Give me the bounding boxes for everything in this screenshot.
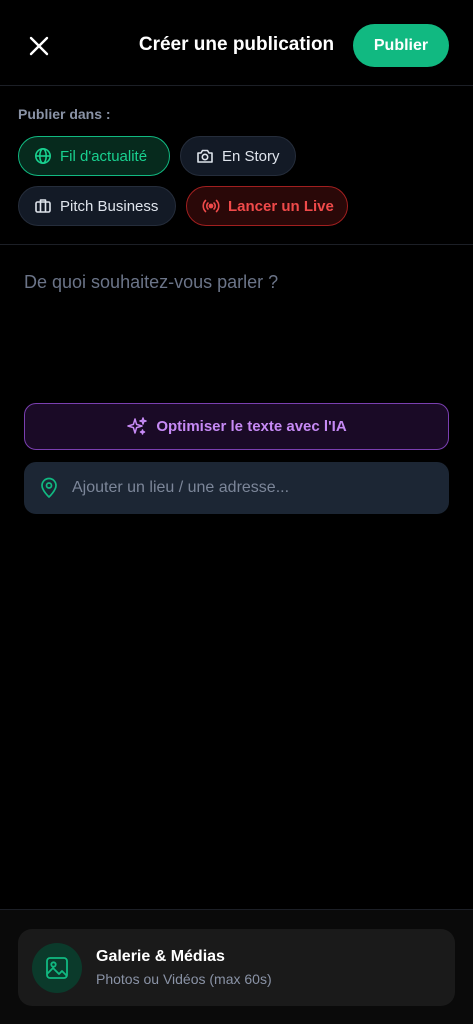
destination-live-chip[interactable]: Lancer un Live	[186, 186, 348, 226]
gallery-text: Galerie & Médias Photos ou Vidéos (max 6…	[96, 948, 272, 987]
broadcast-icon	[202, 197, 220, 215]
gallery-media-button[interactable]: Galerie & Médias Photos ou Vidéos (max 6…	[18, 929, 455, 1006]
divider	[0, 244, 473, 245]
chip-label: Fil d'actualité	[60, 147, 148, 165]
ai-optimize-button[interactable]: Optimiser le texte avec l'IA	[24, 403, 449, 450]
chip-label: Pitch Business	[60, 197, 159, 215]
destination-story-chip[interactable]: En Story	[180, 136, 296, 176]
location-input[interactable]	[72, 479, 432, 497]
gallery-subtitle: Photos ou Vidéos (max 60s)	[96, 971, 272, 987]
map-pin-icon	[38, 477, 60, 499]
post-text-input[interactable]: De quoi souhaitez-vous parler ?	[24, 272, 449, 293]
sparkles-icon	[126, 416, 148, 438]
location-field[interactable]	[24, 462, 449, 514]
image-icon	[32, 942, 82, 993]
globe-icon	[34, 147, 52, 165]
destination-feed-chip[interactable]: Fil d'actualité	[18, 136, 170, 176]
chip-label: Lancer un Live	[228, 197, 334, 215]
camera-icon	[196, 147, 214, 165]
briefcase-icon	[34, 197, 52, 215]
gallery-title: Galerie & Médias	[96, 948, 225, 965]
top-bar: Créer une publication Publier	[0, 0, 473, 86]
publish-button[interactable]: Publier	[353, 24, 449, 67]
publish-in-label: Publier dans :	[18, 106, 111, 122]
bottom-panel: Galerie & Médias Photos ou Vidéos (max 6…	[0, 909, 473, 1024]
ai-optimize-label: Optimiser le texte avec l'IA	[156, 418, 347, 435]
chip-label: En Story	[222, 147, 280, 165]
destination-pitch-chip[interactable]: Pitch Business	[18, 186, 176, 226]
